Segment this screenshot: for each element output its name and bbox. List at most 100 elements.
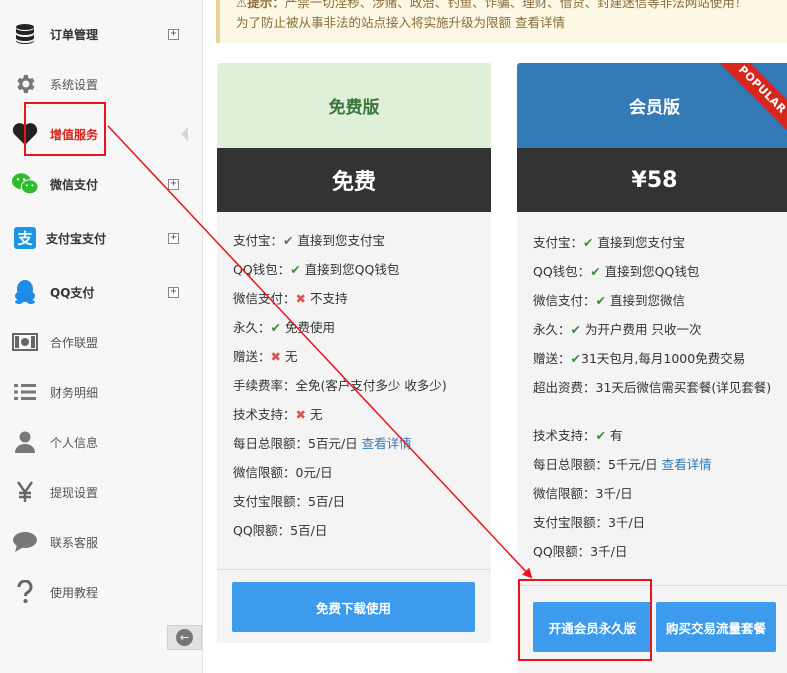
feature-support: 技术支持：✔ 有 [533,428,623,443]
sidebar-item-value-added[interactable]: 增值服务 [0,114,203,154]
chat-icon [11,528,39,556]
feature-forever: 永久：✔ 免费使用 [233,320,335,335]
question-icon [11,578,39,606]
sidebar-item-profile[interactable]: 个人信息 [0,422,203,462]
divider [217,569,491,570]
feature-forever: 永久：✔ 为开户费用 只收一次 [533,322,702,337]
alert-text-1: 严禁一切淫秽、涉赌、政治、钓鱼、诈骗、理财、借贷、封建迷信等非法网站使用！ [284,0,748,10]
cross-icon: ✖ [295,407,306,422]
heart-icon [11,120,39,148]
check-icon: ✔ [283,233,294,248]
sidebar-item-label: 财务明细 [50,385,99,400]
check-icon: ✔ [290,262,301,277]
sidebar-item-label: 联系客服 [50,535,99,550]
check-icon: ✔ [570,351,581,366]
cross-icon: ✖ [270,349,281,364]
check-icon: ✔ [595,428,606,443]
alert-line-2: 为了防止被从事非法的站点接入将实施升级为限额 查看详情 [236,14,565,31]
vip-plan-card: 会员版 POPULAR ¥58 支付宝：✔ 直接到您支付宝 QQ钱包：✔ 直接到… [517,63,787,673]
list-icon [11,378,39,406]
feature-wechat: 微信支付：✖ 不支持 [233,291,348,306]
cross-icon: ✖ [295,291,306,306]
expand-icon[interactable]: + [168,286,179,298]
feature-daily-total: 每日总限额：5千元/日 查看详情 [533,457,712,472]
feature-alipay-limit: 支付宝限额：3千/日 [533,515,646,530]
arrow-left-icon: ← [176,629,193,646]
sidebar-item-alipay[interactable]: 支 支付宝支付 + [0,218,203,258]
free-plan-title: 免费版 [217,63,491,148]
feature-wechat-limit: 微信限额：0元/日 [233,465,333,480]
feature-wechat-limit: 微信限额：3千/日 [533,486,633,501]
vip-plan-price: ¥58 [517,148,787,212]
qq-icon [11,278,39,306]
feature-daily-total: 每日总限额：5百元/日 查看详情 [233,436,412,451]
sidebar-item-label: 使用教程 [50,585,99,600]
sidebar: 订单管理 + 系统设置 增值服务 微信支付 + 支 支付宝支付 + QQ支付 + [0,0,203,673]
check-icon: ✔ [570,322,581,337]
sidebar-item-label: 系统设置 [50,77,99,92]
svg-text:支: 支 [16,230,33,248]
check-icon: ✔ [270,320,281,335]
sidebar-item-settings[interactable]: 系统设置 [0,64,203,104]
alert-details-link[interactable]: 查看详情 [515,15,565,30]
sidebar-item-orders[interactable]: 订单管理 + [0,14,203,54]
sidebar-item-label: 个人信息 [50,435,99,450]
sidebar-item-label: 增值服务 [50,127,99,142]
sidebar-item-finance[interactable]: 财务明细 [0,372,203,412]
sidebar-item-alliance[interactable]: 合作联盟 [0,322,203,362]
feature-fee: 手续费率：全免(客户支付多少 收多少) [233,378,447,393]
feature-qq-limit: QQ限额：3千/日 [533,544,628,559]
popular-ribbon-label: POPULAR [712,63,787,141]
user-icon [11,428,39,456]
daily-limit-details-link[interactable]: 查看详情 [362,436,412,451]
sidebar-item-label: QQ支付 [50,285,95,300]
popular-ribbon: POPULAR [712,63,787,143]
sidebar-item-tutorial[interactable]: 使用教程 [0,572,203,612]
expand-icon[interactable]: + [168,232,179,244]
warning-icon: ⚠ [236,0,248,10]
feature-gift: 赠送：✔31天包月,每月1000免费交易 [533,351,746,366]
check-icon: ✔ [595,293,606,308]
database-icon [11,20,39,48]
active-caret [181,127,188,141]
wechat-icon [11,170,39,198]
gear-icon [11,70,39,98]
sidebar-item-label: 订单管理 [50,27,99,42]
yen-icon [11,478,39,506]
alert-prefix: 提示： [247,0,285,10]
expand-icon[interactable]: + [168,178,179,190]
feature-wechat: 微信支付：✔ 直接到您微信 [533,293,685,308]
alert-line-1: ⚠提示：严禁一切淫秽、涉赌、政治、钓鱼、诈骗、理财、借贷、封建迷信等非法网站使用… [236,0,747,11]
daily-limit-details-link[interactable]: 查看详情 [662,457,712,472]
collapse-sidebar-button[interactable]: ← [167,625,202,650]
open-vip-button[interactable]: 开通会员永久版 [533,602,652,652]
free-plan-card: 免费版 免费 支付宝：✔ 直接到您支付宝 QQ钱包：✔ 直接到您QQ钱包 微信支… [217,63,491,643]
sidebar-item-qq-pay[interactable]: QQ支付 + [0,272,203,312]
free-plan-price: 免费 [217,148,491,212]
buy-traffic-package-button[interactable]: 购买交易流量套餐 [656,602,776,652]
sidebar-item-label: 支付宝支付 [46,231,107,246]
sidebar-item-label: 提现设置 [50,485,99,500]
feature-qq-limit: QQ限额：5百/日 [233,523,328,538]
check-icon: ✔ [590,264,601,279]
feature-support: 技术支持：✖ 无 [233,407,323,422]
sidebar-item-label: 微信支付 [50,177,99,192]
sidebar-item-label: 合作联盟 [50,335,99,350]
sidebar-item-withdraw[interactable]: 提现设置 [0,472,203,512]
warning-alert: ⚠提示：严禁一切淫秽、涉赌、政治、钓鱼、诈骗、理财、借贷、封建迷信等非法网站使用… [216,0,787,43]
feature-qq: QQ钱包：✔ 直接到您QQ钱包 [533,264,700,279]
feature-alipay-limit: 支付宝限额：5百/日 [233,494,346,509]
divider [517,585,787,586]
feature-alipay: 支付宝：✔ 直接到您支付宝 [233,233,385,248]
feature-qq: QQ钱包：✔ 直接到您QQ钱包 [233,262,400,277]
expand-icon[interactable]: + [168,28,179,40]
sidebar-item-wechat-pay[interactable]: 微信支付 + [0,164,203,204]
alert-text-2: 为了防止被从事非法的站点接入将实施升级为限额 [236,15,512,30]
free-download-button[interactable]: 免费下载使用 [232,582,475,632]
sidebar-item-support[interactable]: 联系客服 [0,522,203,562]
check-icon: ✔ [583,235,594,250]
feature-overflow: 超出资费：31天后微信需买套餐(详见套餐) [533,380,772,395]
feature-alipay: 支付宝：✔ 直接到您支付宝 [533,235,685,250]
money-icon [11,328,39,356]
feature-gift: 赠送：✖ 无 [233,349,298,364]
